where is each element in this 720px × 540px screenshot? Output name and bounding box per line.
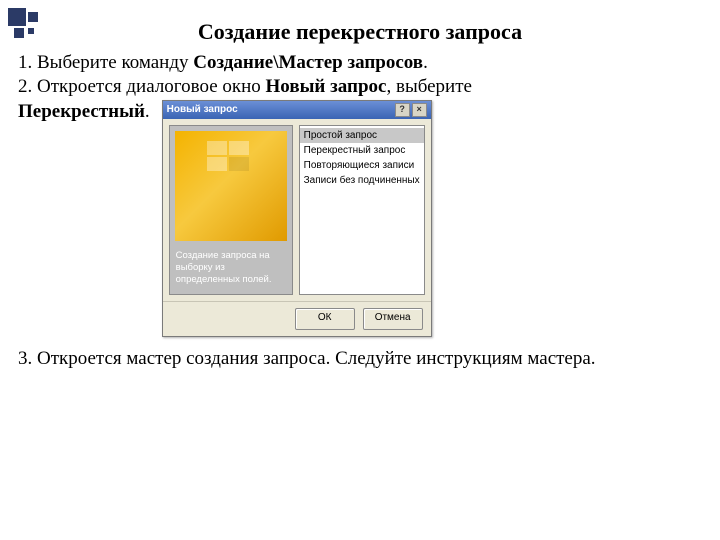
step2-text-a: 2. Откроется диалоговое окно bbox=[18, 76, 266, 97]
step2-dialog-name: Новый запрос bbox=[266, 76, 387, 97]
preview-desc-line2: определенных полей. bbox=[176, 274, 286, 286]
decorative-squares bbox=[8, 8, 42, 42]
step-3: 3. Откроется мастер создания запроса. Сл… bbox=[18, 347, 702, 372]
step2-choice: Перекрестный bbox=[18, 101, 145, 122]
dialog-titlebar: Новый запрос ? × bbox=[163, 101, 431, 119]
dialog-body: Создание запроса на выборку из определен… bbox=[163, 119, 431, 301]
preview-description: Создание запроса на выборку из определен… bbox=[170, 246, 292, 294]
slide-content: Создание перекрестного запроса 1. Выбери… bbox=[0, 0, 720, 372]
dialog-title: Новый запрос bbox=[167, 103, 238, 116]
step-2: 2. Откроется диалоговое окно Новый запро… bbox=[18, 75, 702, 100]
step-1: 1. Выберите команду Создание\Мастер запр… bbox=[18, 51, 702, 76]
step1-command: Создание\Мастер запросов bbox=[193, 52, 423, 73]
preview-graphic bbox=[175, 131, 287, 241]
step2-end: . bbox=[145, 101, 150, 122]
dialog-button-row: ОК Отмена bbox=[163, 301, 431, 336]
query-type-list[interactable]: Простой запрос Перекрестный запрос Повто… bbox=[299, 125, 425, 295]
slide-title: Создание перекрестного запроса bbox=[18, 18, 702, 47]
step2-text-b: , выберите bbox=[386, 76, 472, 97]
step1-end: . bbox=[423, 52, 428, 73]
help-button[interactable]: ? bbox=[395, 103, 410, 117]
ok-button[interactable]: ОК bbox=[295, 308, 355, 330]
option-duplicate-records[interactable]: Повторяющиеся записи bbox=[300, 158, 424, 173]
option-crosstab-query[interactable]: Перекрестный запрос bbox=[300, 143, 424, 158]
new-query-dialog: Новый запрос ? × Создание запроса на выб… bbox=[162, 100, 432, 337]
step-2-row: Перекрестный. Новый запрос ? × bbox=[18, 100, 702, 337]
option-simple-query[interactable]: Простой запрос bbox=[300, 128, 424, 143]
cancel-button[interactable]: Отмена bbox=[363, 308, 423, 330]
option-unmatched-records[interactable]: Записи без подчиненных bbox=[300, 173, 424, 188]
titlebar-buttons: ? × bbox=[395, 103, 427, 117]
preview-desc-line1: Создание запроса на выборку из bbox=[176, 250, 286, 274]
step1-text: 1. Выберите команду bbox=[18, 52, 193, 73]
step2-choice-wrap: Перекрестный. bbox=[18, 100, 150, 125]
close-button[interactable]: × bbox=[412, 103, 427, 117]
dialog-preview-pane: Создание запроса на выборку из определен… bbox=[169, 125, 293, 295]
